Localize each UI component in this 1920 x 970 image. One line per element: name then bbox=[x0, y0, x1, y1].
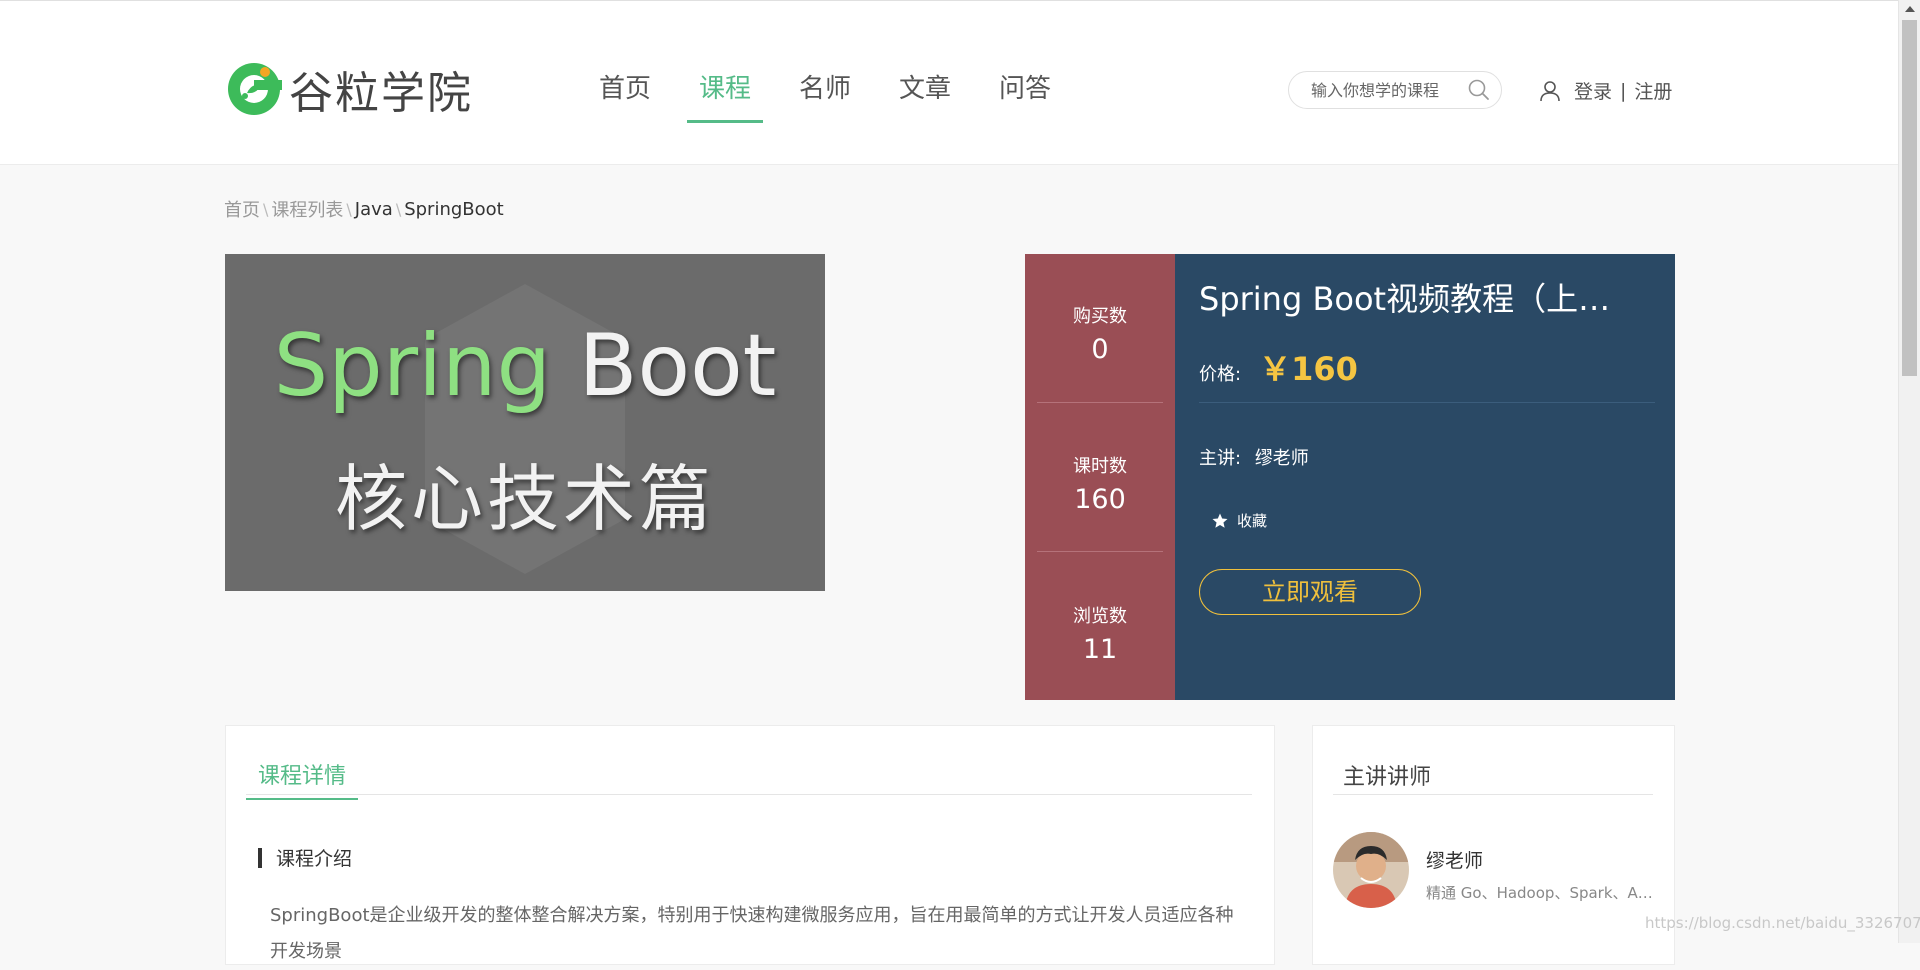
course-title: Spring Boot视频教程（上）核心技术篇 bbox=[1199, 280, 1639, 318]
price-row: 价格: ￥160 bbox=[1199, 344, 1358, 390]
star-icon bbox=[1212, 513, 1228, 528]
logo-icon bbox=[228, 63, 282, 115]
cover-title: Spring Boot bbox=[225, 316, 825, 416]
auth-links: 登录 | 注册 bbox=[1538, 77, 1672, 104]
breadcrumb-home[interactable]: 首页 bbox=[224, 196, 260, 222]
course-cover-image: Spring Boot 核心技术篇 bbox=[225, 254, 825, 591]
nav-qa[interactable]: 问答 bbox=[975, 71, 1075, 123]
breadcrumb: 首页 \ 课程列表 \ Java \ SpringBoot bbox=[224, 196, 504, 222]
teacher-name: 缪老师 bbox=[1254, 448, 1309, 469]
teacher-card-skills: 精通 Go、Hadoop、Spark、Android、Java bbox=[1426, 884, 1656, 902]
stat-label: 浏览数 bbox=[1073, 606, 1127, 627]
register-link[interactable]: 注册 bbox=[1634, 77, 1672, 104]
teacher-card: 主讲讲师 缪老师 精通 Go、Hadoop、Spark、Android、Java bbox=[1312, 725, 1675, 965]
stat-label: 课时数 bbox=[1073, 456, 1127, 477]
course-info-panel: Spring Boot视频教程（上）核心技术篇 价格: ￥160 主讲: 缪老师… bbox=[1175, 254, 1675, 700]
teacher-card-name[interactable]: 缪老师 bbox=[1426, 846, 1483, 873]
section-marker bbox=[258, 847, 262, 868]
stat-value: 11 bbox=[1082, 634, 1118, 665]
breadcrumb-springboot: SpringBoot bbox=[404, 198, 504, 220]
stat-lessons: 课时数 160 bbox=[1025, 452, 1175, 515]
stat-label: 购买数 bbox=[1073, 306, 1127, 327]
stat-divider bbox=[1037, 402, 1163, 403]
login-link[interactable]: 登录 bbox=[1574, 77, 1612, 104]
watch-now-button[interactable]: 立即观看 bbox=[1199, 569, 1421, 615]
breadcrumb-course-list[interactable]: 课程列表 bbox=[271, 196, 343, 222]
info-divider bbox=[1199, 402, 1655, 403]
stat-views: 浏览数 11 bbox=[1025, 602, 1175, 665]
course-details-card: 课程详情 课程介绍 SpringBoot是企业级开发的整体整合解决方案，特别用于… bbox=[225, 725, 1275, 965]
course-intro-text: SpringBoot是企业级开发的整体整合解决方案，特别用于快速构建微服务应用，… bbox=[270, 905, 1234, 962]
breadcrumb-separator: \ bbox=[395, 199, 402, 219]
nav-teachers[interactable]: 名师 bbox=[775, 71, 875, 123]
nav-articles[interactable]: 文章 bbox=[875, 71, 975, 123]
section-heading: 课程介绍 bbox=[258, 844, 352, 871]
site-header: 谷粒学院 首页 课程 名师 文章 问答 登录 | 注册 bbox=[0, 0, 1898, 165]
site-logo[interactable]: 谷粒学院 bbox=[225, 59, 473, 119]
search-box bbox=[1288, 71, 1502, 109]
course-price: ￥160 bbox=[1259, 350, 1358, 388]
teacher-label: 主讲: bbox=[1199, 448, 1242, 469]
teacher-card-title: 主讲讲师 bbox=[1343, 765, 1432, 790]
stat-purchases: 购买数 0 bbox=[1025, 302, 1175, 365]
cover-title-spring: Spring bbox=[273, 316, 552, 416]
section-title: 课程介绍 bbox=[276, 848, 353, 870]
teacher-avatar[interactable] bbox=[1333, 832, 1409, 908]
stat-value: 0 bbox=[1091, 334, 1109, 365]
search-input[interactable] bbox=[1309, 80, 1463, 101]
main-nav: 首页 课程 名师 文章 问答 bbox=[575, 71, 1075, 123]
logo-text: 谷粒学院 bbox=[289, 68, 473, 119]
auth-separator: | bbox=[1620, 79, 1627, 102]
user-icon bbox=[1540, 80, 1560, 101]
favorite-button[interactable]: 收藏 bbox=[1211, 510, 1267, 531]
breadcrumb-separator: \ bbox=[263, 199, 269, 219]
breadcrumb-java[interactable]: Java bbox=[355, 199, 393, 220]
price-label: 价格: bbox=[1199, 364, 1242, 385]
teacher-card-divider bbox=[1333, 794, 1653, 795]
nav-courses[interactable]: 课程 bbox=[675, 71, 775, 123]
teacher-row: 主讲: 缪老师 bbox=[1199, 444, 1309, 470]
cover-subtitle: 核心技术篇 bbox=[334, 457, 715, 541]
search-icon[interactable] bbox=[1467, 78, 1491, 102]
watermark-text: https://blog.csdn.net/baidu_33267079 bbox=[1645, 914, 1920, 932]
nav-home[interactable]: 首页 bbox=[575, 71, 675, 123]
page-scrollbar[interactable] bbox=[1898, 0, 1920, 943]
cover-title-boot: Boot bbox=[578, 316, 777, 416]
details-divider bbox=[246, 794, 1252, 795]
scroll-thumb[interactable] bbox=[1902, 20, 1917, 376]
favorite-label: 收藏 bbox=[1237, 512, 1268, 530]
stat-divider bbox=[1037, 551, 1163, 552]
stat-value: 160 bbox=[1074, 484, 1126, 515]
breadcrumb-separator: \ bbox=[346, 199, 352, 219]
course-stats-panel: 购买数 0 课时数 160 浏览数 11 bbox=[1025, 254, 1175, 700]
scroll-up-arrow[interactable] bbox=[1905, 6, 1915, 12]
